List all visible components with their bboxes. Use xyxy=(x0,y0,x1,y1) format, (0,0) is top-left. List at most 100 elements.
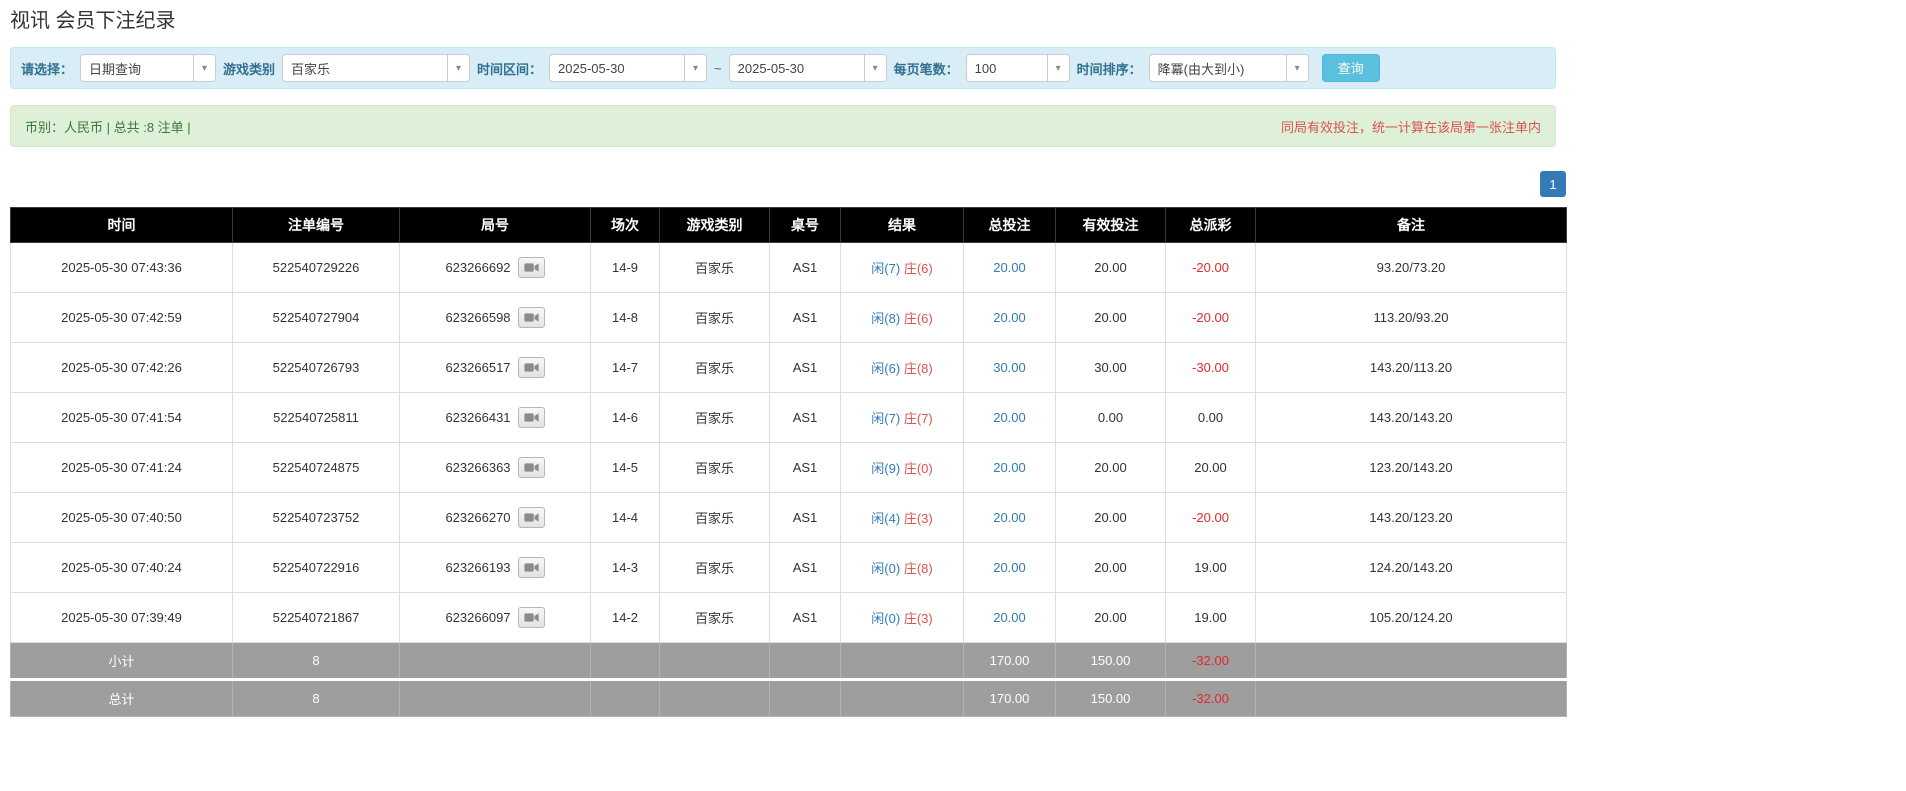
total-bet-link[interactable]: 20.00 xyxy=(993,460,1026,475)
total-bet-link[interactable]: 20.00 xyxy=(993,310,1026,325)
result-banker: 庄(7) xyxy=(904,411,933,426)
table-row: 2025-05-30 07:42:26 522540726793 6232665… xyxy=(11,343,1567,393)
cell-time: 2025-05-30 07:41:24 xyxy=(11,443,233,493)
table-row: 2025-05-30 07:41:54 522540725811 6232664… xyxy=(11,393,1567,443)
total-bet-link[interactable]: 20.00 xyxy=(993,260,1026,275)
replay-video-icon[interactable] xyxy=(518,257,545,278)
cell-bet-id: 522540725811 xyxy=(233,393,400,443)
cell-total-bet: 20.00 xyxy=(964,243,1056,293)
cell-game-type: 百家乐 xyxy=(660,343,770,393)
header-session: 场次 xyxy=(591,208,660,243)
result-player: 闲(0) xyxy=(871,611,900,626)
total-payout: -32.00 xyxy=(1166,680,1256,717)
pagination-page-1[interactable]: 1 xyxy=(1540,171,1566,197)
header-time: 时间 xyxy=(11,208,233,243)
cell-valid-bet: 20.00 xyxy=(1056,593,1166,643)
sort-order-select[interactable]: 降冪(由大到小) ▾ xyxy=(1149,54,1309,82)
replay-video-icon[interactable] xyxy=(518,507,545,528)
chevron-down-icon: ▾ xyxy=(447,55,469,81)
total-label: 总计 xyxy=(11,680,233,717)
subtotal-payout: -32.00 xyxy=(1166,643,1256,680)
cell-table-no: AS1 xyxy=(770,243,841,293)
cell-total-bet: 20.00 xyxy=(964,493,1056,543)
cell-valid-bet: 30.00 xyxy=(1056,343,1166,393)
replay-video-icon[interactable] xyxy=(518,307,545,328)
round-number: 623266517 xyxy=(445,360,510,375)
page-size-select[interactable]: 100 ▾ xyxy=(966,54,1070,82)
cell-result: 闲(0) 庄(3) xyxy=(841,593,964,643)
chevron-down-icon: ▾ xyxy=(684,55,706,81)
currency-summary-text: 币别：人民币 | 总共 :8 注单 | xyxy=(25,117,191,136)
round-number: 623266097 xyxy=(445,610,510,625)
cell-total-bet: 20.00 xyxy=(964,393,1056,443)
subtotal-count: 8 xyxy=(233,643,400,680)
cell-table-no: AS1 xyxy=(770,293,841,343)
chevron-down-icon: ▾ xyxy=(1047,55,1069,81)
header-payout: 总派彩 xyxy=(1166,208,1256,243)
cell-valid-bet: 20.00 xyxy=(1056,543,1166,593)
table-row: 2025-05-30 07:40:24 522540722916 6232661… xyxy=(11,543,1567,593)
cell-session: 14-2 xyxy=(591,593,660,643)
table-header: 时间 注单编号 局号 场次 游戏类别 桌号 结果 总投注 有效投注 总派彩 备注 xyxy=(11,208,1567,243)
cell-game-type: 百家乐 xyxy=(660,443,770,493)
cell-result: 闲(7) 庄(7) xyxy=(841,393,964,443)
cell-valid-bet: 20.00 xyxy=(1056,293,1166,343)
cell-round: 623266270 xyxy=(400,493,591,543)
subtotal-total-bet: 170.00 xyxy=(964,643,1056,680)
total-count: 8 xyxy=(233,680,400,717)
result-banker: 庄(3) xyxy=(904,511,933,526)
cell-session: 14-3 xyxy=(591,543,660,593)
result-banker: 庄(3) xyxy=(904,611,933,626)
cell-time: 2025-05-30 07:41:54 xyxy=(11,393,233,443)
total-bet-link[interactable]: 20.00 xyxy=(993,610,1026,625)
round-number: 623266193 xyxy=(445,560,510,575)
replay-video-icon[interactable] xyxy=(518,557,545,578)
cell-table-no: AS1 xyxy=(770,493,841,543)
page-title: 视讯 会员下注纪录 xyxy=(10,4,1566,33)
total-bet-link[interactable]: 20.00 xyxy=(993,410,1026,425)
cell-time: 2025-05-30 07:42:26 xyxy=(11,343,233,393)
total-bet-link[interactable]: 20.00 xyxy=(993,510,1026,525)
cell-payout: 20.00 xyxy=(1166,443,1256,493)
total-bet-link[interactable]: 20.00 xyxy=(993,560,1026,575)
cell-note: 113.20/93.20 xyxy=(1256,293,1567,343)
replay-video-icon[interactable] xyxy=(518,407,545,428)
date-range-separator: ~ xyxy=(714,61,722,76)
cell-note: 123.20/143.20 xyxy=(1256,443,1567,493)
cell-note: 93.20/73.20 xyxy=(1256,243,1567,293)
date-to-input[interactable]: 2025-05-30 ▾ xyxy=(729,54,887,82)
cell-time: 2025-05-30 07:42:59 xyxy=(11,293,233,343)
subtotal-row: 小计 8 170.00 150.00 -32.00 xyxy=(11,643,1567,680)
query-type-value: 日期查询 xyxy=(81,55,193,81)
cell-session: 14-7 xyxy=(591,343,660,393)
cell-game-type: 百家乐 xyxy=(660,243,770,293)
date-from-input[interactable]: 2025-05-30 ▾ xyxy=(549,54,707,82)
result-banker: 庄(0) xyxy=(904,461,933,476)
cell-session: 14-8 xyxy=(591,293,660,343)
bet-records-table: 时间 注单编号 局号 场次 游戏类别 桌号 结果 总投注 有效投注 总派彩 备注… xyxy=(10,207,1567,717)
cell-bet-id: 522540726793 xyxy=(233,343,400,393)
cell-time: 2025-05-30 07:43:36 xyxy=(11,243,233,293)
cell-game-type: 百家乐 xyxy=(660,593,770,643)
cell-session: 14-5 xyxy=(591,443,660,493)
replay-video-icon[interactable] xyxy=(518,457,545,478)
replay-video-icon[interactable] xyxy=(518,357,545,378)
chevron-down-icon: ▾ xyxy=(193,55,215,81)
cell-time: 2025-05-30 07:39:49 xyxy=(11,593,233,643)
cell-session: 14-9 xyxy=(591,243,660,293)
query-type-select[interactable]: 日期查询 ▾ xyxy=(80,54,216,82)
result-player: 闲(6) xyxy=(871,361,900,376)
cell-payout: -20.00 xyxy=(1166,493,1256,543)
game-type-select[interactable]: 百家乐 ▾ xyxy=(282,54,470,82)
cell-payout: 19.00 xyxy=(1166,543,1256,593)
cell-round: 623266517 xyxy=(400,343,591,393)
total-bet-link[interactable]: 30.00 xyxy=(993,360,1026,375)
cell-payout: -20.00 xyxy=(1166,293,1256,343)
replay-video-icon[interactable] xyxy=(518,607,545,628)
game-type-value: 百家乐 xyxy=(283,55,447,81)
cell-result: 闲(4) 庄(3) xyxy=(841,493,964,543)
search-button[interactable]: 查询 xyxy=(1322,54,1380,82)
round-number: 623266270 xyxy=(445,510,510,525)
cell-valid-bet: 20.00 xyxy=(1056,443,1166,493)
page-size-value: 100 xyxy=(967,55,1047,81)
